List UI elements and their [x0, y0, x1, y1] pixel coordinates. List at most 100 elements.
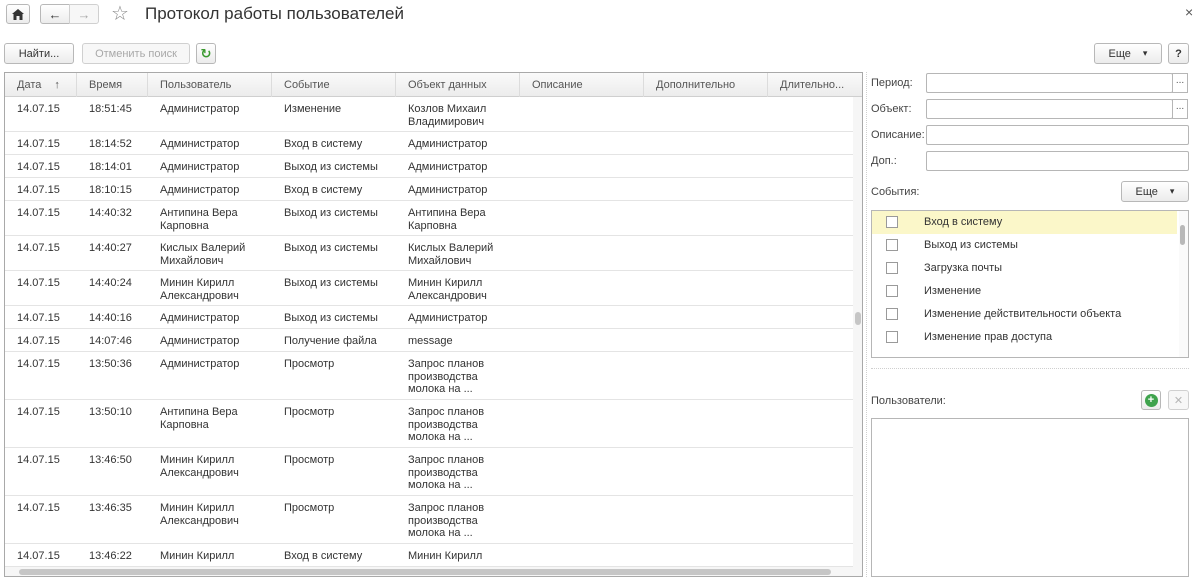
event-filter-item[interactable]: Загрузка почты — [872, 257, 1177, 280]
period-field[interactable] — [926, 73, 1173, 93]
cell-event: Просмотр — [284, 358, 335, 370]
cell-user: Антипина Вера Карповна — [160, 207, 238, 232]
object-label: Объект: — [871, 103, 912, 115]
cell-user: Кислых Валерий Михайлович — [160, 242, 246, 267]
table-header: Дата ↑ Время Пользователь Событие Объект… — [5, 73, 862, 97]
delete-icon: ✕ — [1173, 394, 1184, 407]
object-field[interactable] — [926, 99, 1173, 119]
back-button[interactable]: ← — [40, 4, 70, 24]
cell-time: 14:40:27 — [89, 242, 132, 254]
cell-event: Выход из системы — [284, 312, 378, 324]
event-checkbox[interactable] — [886, 262, 898, 274]
table-row[interactable]: 14.07.15 18:14:01 Администратор Выход из си… — [5, 155, 853, 178]
table-row[interactable]: 14.07.15 13:46:50 Минин Кирилл Александрови… — [5, 448, 853, 496]
table-row[interactable]: 14.07.15 13:46:35 Минин Кирилл Александрови… — [5, 496, 853, 544]
cell-time: 14:40:16 — [89, 312, 132, 324]
forward-button[interactable]: → — [69, 4, 99, 24]
cell-time: 18:14:52 — [89, 138, 132, 150]
panel-divider[interactable] — [866, 72, 867, 577]
cell-time: 13:46:22 — [89, 550, 132, 562]
event-filter-item[interactable]: Изменение прав доступа — [872, 326, 1177, 349]
event-filter-item[interactable]: Изменение действительности объекта — [872, 303, 1177, 326]
add-user-button[interactable]: + — [1141, 390, 1161, 410]
column-header-object[interactable]: Объект данных — [396, 73, 520, 97]
cell-object: Кислых Валерий Михайлович — [408, 242, 494, 267]
column-header-user[interactable]: Пользователь — [148, 73, 272, 97]
event-checkbox[interactable] — [886, 216, 898, 228]
find-button[interactable]: Найти... — [4, 43, 74, 64]
cell-event: Вход в систему — [284, 550, 363, 562]
back-arrow-icon: ← — [48, 6, 62, 22]
events-more-label: Еще — [1135, 185, 1158, 198]
column-header-event[interactable]: Событие — [272, 73, 396, 97]
more-button-label: Еще — [1108, 47, 1131, 60]
cell-object: Администратор — [408, 312, 488, 324]
cell-user: Администратор — [160, 184, 240, 196]
column-header-description[interactable]: Описание — [520, 73, 644, 97]
cell-object: Козлов Михаил Владимирович — [408, 103, 487, 128]
event-filter-item[interactable]: Изменение — [872, 280, 1177, 303]
refresh-button[interactable]: ↻ — [196, 43, 216, 64]
event-checkbox[interactable] — [886, 331, 898, 343]
log-table: Дата ↑ Время Пользователь Событие Объект… — [4, 72, 863, 577]
cell-event: Просмотр — [284, 406, 335, 418]
additional-field[interactable] — [926, 151, 1189, 171]
vertical-scroll-thumb[interactable] — [855, 312, 861, 325]
event-checkbox[interactable] — [886, 308, 898, 320]
users-list[interactable] — [871, 418, 1189, 577]
forward-arrow-icon: → — [77, 6, 91, 22]
description-field[interactable] — [926, 125, 1189, 145]
cell-date: 14.07.15 — [17, 103, 60, 115]
column-header-duration[interactable]: Длительно... — [768, 73, 862, 97]
cell-date: 14.07.15 — [17, 335, 60, 347]
table-row[interactable]: 14.07.15 13:46:22 Минин Кирилл Вход в систе… — [5, 544, 853, 567]
table-row[interactable]: 14.07.15 18:14:52 Администратор Вход в сист… — [5, 132, 853, 155]
column-header-time[interactable]: Время — [77, 73, 148, 97]
table-row[interactable]: 14.07.15 14:40:27 Кислых Валерий Михайлович… — [5, 236, 853, 271]
events-label: События: — [871, 186, 920, 198]
cell-event: Вход в систему — [284, 184, 363, 196]
event-label: Изменение — [924, 285, 982, 297]
home-button[interactable] — [6, 4, 30, 24]
table-row[interactable]: 14.07.15 13:50:10 Антипина Вера Карповна Про… — [5, 400, 853, 448]
cell-object: Администратор — [408, 184, 488, 196]
help-button[interactable]: ? — [1168, 43, 1189, 64]
horizontal-scroll-thumb[interactable] — [19, 569, 831, 575]
chevron-down-icon: ▾ — [1169, 186, 1175, 196]
cell-date: 14.07.15 — [17, 277, 60, 289]
cell-date: 14.07.15 — [17, 184, 60, 196]
table-row[interactable]: 14.07.15 13:50:36 Администратор Просмотр Зап… — [5, 352, 853, 400]
more-button[interactable]: Еще ▾ — [1094, 43, 1162, 64]
close-icon[interactable]: × — [1185, 4, 1193, 20]
cell-date: 14.07.15 — [17, 502, 60, 514]
add-icon: + — [1144, 393, 1158, 407]
events-list: Вход в систему Выход из системы Загрузка п… — [871, 210, 1189, 358]
table-row[interactable]: 14.07.15 14:40:16 Администратор Выход из си… — [5, 306, 853, 329]
events-more-button[interactable]: Еще ▾ — [1121, 181, 1189, 202]
table-row[interactable]: 14.07.15 18:10:15 Администратор Вход в сист… — [5, 178, 853, 201]
table-row[interactable]: 14.07.15 14:40:24 Минин Кирилл Александрови… — [5, 271, 853, 306]
cell-event: Вход в систему — [284, 138, 363, 150]
cancel-search-button[interactable]: Отменить поиск — [82, 43, 190, 64]
table-row[interactable]: 14.07.15 14:40:32 Антипина Вера Карповна Вых… — [5, 201, 853, 236]
home-icon — [12, 8, 24, 20]
cell-object: Запрос планов производства молока на ... — [408, 406, 485, 443]
table-row[interactable]: 14.07.15 14:07:46 Администратор Получение ф… — [5, 329, 853, 352]
users-label: Пользователи: — [871, 395, 946, 407]
table-row[interactable]: 14.07.15 18:51:45 Администратор Изменение Ко… — [5, 97, 853, 132]
cell-user: Администратор — [160, 138, 240, 150]
column-header-additional[interactable]: Дополнительно — [644, 73, 768, 97]
favorite-star-icon[interactable]: ☆ — [111, 1, 129, 26]
cell-time: 18:51:45 — [89, 103, 132, 115]
object-select-button[interactable]: ... — [1172, 99, 1188, 119]
cell-event: Просмотр — [284, 502, 335, 514]
event-checkbox[interactable] — [886, 285, 898, 297]
column-header-date[interactable]: Дата ↑ — [5, 73, 77, 97]
remove-user-button[interactable]: ✕ — [1168, 390, 1189, 410]
period-select-button[interactable]: ... — [1172, 73, 1188, 93]
event-filter-item[interactable]: Вход в систему — [872, 211, 1177, 234]
events-scroll-thumb[interactable] — [1180, 225, 1185, 245]
vertical-scrollbar[interactable] — [853, 97, 862, 567]
event-checkbox[interactable] — [886, 239, 898, 251]
event-filter-item[interactable]: Выход из системы — [872, 234, 1177, 257]
